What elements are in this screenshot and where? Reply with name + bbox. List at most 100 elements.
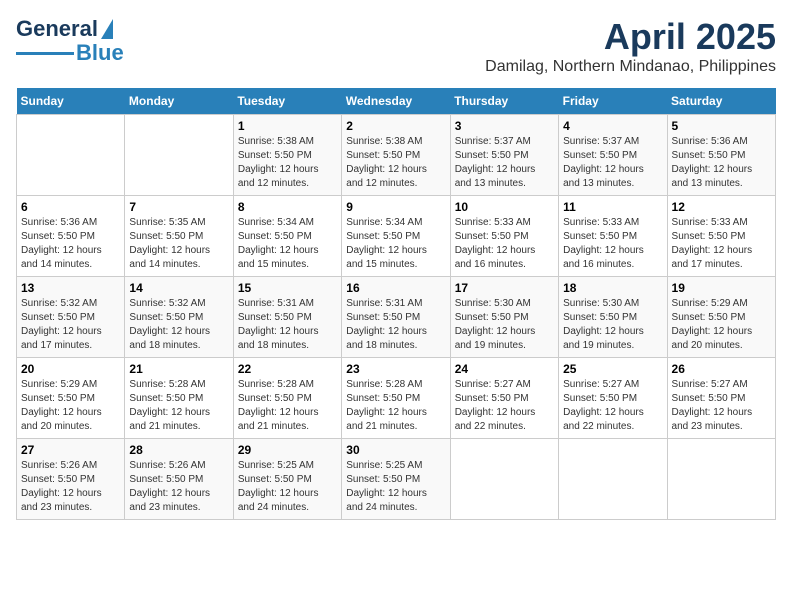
table-row	[559, 439, 667, 520]
table-row: 9 Sunrise: 5:34 AMSunset: 5:50 PMDayligh…	[342, 196, 450, 277]
day-info: Sunrise: 5:37 AMSunset: 5:50 PMDaylight:…	[563, 135, 662, 191]
day-number: 2	[346, 119, 445, 133]
day-info: Sunrise: 5:29 AMSunset: 5:50 PMDaylight:…	[672, 297, 771, 353]
day-number: 8	[238, 200, 337, 214]
col-wednesday: Wednesday	[342, 88, 450, 115]
day-number: 19	[672, 281, 771, 295]
col-friday: Friday	[559, 88, 667, 115]
table-row: 16 Sunrise: 5:31 AMSunset: 5:50 PMDaylig…	[342, 277, 450, 358]
col-saturday: Saturday	[667, 88, 775, 115]
col-tuesday: Tuesday	[233, 88, 341, 115]
day-number: 23	[346, 362, 445, 376]
day-info: Sunrise: 5:28 AMSunset: 5:50 PMDaylight:…	[238, 378, 337, 434]
day-number: 4	[563, 119, 662, 133]
day-number: 25	[563, 362, 662, 376]
location-subtitle: Damilag, Northern Mindanao, Philippines	[485, 58, 776, 76]
day-number: 10	[455, 200, 554, 214]
day-info: Sunrise: 5:26 AMSunset: 5:50 PMDaylight:…	[129, 459, 228, 515]
day-info: Sunrise: 5:27 AMSunset: 5:50 PMDaylight:…	[563, 378, 662, 434]
table-row: 13 Sunrise: 5:32 AMSunset: 5:50 PMDaylig…	[17, 277, 125, 358]
day-number: 7	[129, 200, 228, 214]
table-row: 12 Sunrise: 5:33 AMSunset: 5:50 PMDaylig…	[667, 196, 775, 277]
calendar-header-row: Sunday Monday Tuesday Wednesday Thursday…	[17, 88, 776, 115]
table-row: 8 Sunrise: 5:34 AMSunset: 5:50 PMDayligh…	[233, 196, 341, 277]
day-info: Sunrise: 5:28 AMSunset: 5:50 PMDaylight:…	[346, 378, 445, 434]
day-info: Sunrise: 5:32 AMSunset: 5:50 PMDaylight:…	[129, 297, 228, 353]
day-info: Sunrise: 5:33 AMSunset: 5:50 PMDaylight:…	[563, 216, 662, 272]
table-row: 14 Sunrise: 5:32 AMSunset: 5:50 PMDaylig…	[125, 277, 233, 358]
table-row: 26 Sunrise: 5:27 AMSunset: 5:50 PMDaylig…	[667, 358, 775, 439]
day-number: 28	[129, 443, 228, 457]
table-row: 15 Sunrise: 5:31 AMSunset: 5:50 PMDaylig…	[233, 277, 341, 358]
day-info: Sunrise: 5:34 AMSunset: 5:50 PMDaylight:…	[346, 216, 445, 272]
col-sunday: Sunday	[17, 88, 125, 115]
day-info: Sunrise: 5:25 AMSunset: 5:50 PMDaylight:…	[238, 459, 337, 515]
day-info: Sunrise: 5:32 AMSunset: 5:50 PMDaylight:…	[21, 297, 120, 353]
day-info: Sunrise: 5:31 AMSunset: 5:50 PMDaylight:…	[346, 297, 445, 353]
day-info: Sunrise: 5:35 AMSunset: 5:50 PMDaylight:…	[129, 216, 228, 272]
calendar-table: Sunday Monday Tuesday Wednesday Thursday…	[16, 88, 776, 520]
day-info: Sunrise: 5:38 AMSunset: 5:50 PMDaylight:…	[346, 135, 445, 191]
table-row: 25 Sunrise: 5:27 AMSunset: 5:50 PMDaylig…	[559, 358, 667, 439]
day-number: 30	[346, 443, 445, 457]
day-number: 9	[346, 200, 445, 214]
day-number: 13	[21, 281, 120, 295]
table-row: 28 Sunrise: 5:26 AMSunset: 5:50 PMDaylig…	[125, 439, 233, 520]
day-number: 20	[21, 362, 120, 376]
day-number: 18	[563, 281, 662, 295]
month-year-title: April 2025	[485, 16, 776, 58]
table-row: 27 Sunrise: 5:26 AMSunset: 5:50 PMDaylig…	[17, 439, 125, 520]
page-header: General Blue April 2025 Damilag, Norther…	[16, 16, 776, 76]
day-info: Sunrise: 5:33 AMSunset: 5:50 PMDaylight:…	[455, 216, 554, 272]
day-info: Sunrise: 5:27 AMSunset: 5:50 PMDaylight:…	[455, 378, 554, 434]
col-monday: Monday	[125, 88, 233, 115]
day-number: 22	[238, 362, 337, 376]
table-row	[667, 439, 775, 520]
table-row: 3 Sunrise: 5:37 AMSunset: 5:50 PMDayligh…	[450, 115, 558, 196]
calendar-week-row: 20 Sunrise: 5:29 AMSunset: 5:50 PMDaylig…	[17, 358, 776, 439]
logo-general-text: General	[16, 16, 98, 42]
calendar-week-row: 13 Sunrise: 5:32 AMSunset: 5:50 PMDaylig…	[17, 277, 776, 358]
day-info: Sunrise: 5:36 AMSunset: 5:50 PMDaylight:…	[672, 135, 771, 191]
table-row	[450, 439, 558, 520]
table-row	[17, 115, 125, 196]
day-number: 24	[455, 362, 554, 376]
day-number: 6	[21, 200, 120, 214]
table-row: 10 Sunrise: 5:33 AMSunset: 5:50 PMDaylig…	[450, 196, 558, 277]
table-row: 24 Sunrise: 5:27 AMSunset: 5:50 PMDaylig…	[450, 358, 558, 439]
table-row: 22 Sunrise: 5:28 AMSunset: 5:50 PMDaylig…	[233, 358, 341, 439]
logo-line	[16, 52, 74, 55]
calendar-week-row: 1 Sunrise: 5:38 AMSunset: 5:50 PMDayligh…	[17, 115, 776, 196]
day-info: Sunrise: 5:27 AMSunset: 5:50 PMDaylight:…	[672, 378, 771, 434]
table-row: 2 Sunrise: 5:38 AMSunset: 5:50 PMDayligh…	[342, 115, 450, 196]
table-row: 5 Sunrise: 5:36 AMSunset: 5:50 PMDayligh…	[667, 115, 775, 196]
day-info: Sunrise: 5:38 AMSunset: 5:50 PMDaylight:…	[238, 135, 337, 191]
table-row: 17 Sunrise: 5:30 AMSunset: 5:50 PMDaylig…	[450, 277, 558, 358]
day-number: 5	[672, 119, 771, 133]
day-number: 1	[238, 119, 337, 133]
table-row: 1 Sunrise: 5:38 AMSunset: 5:50 PMDayligh…	[233, 115, 341, 196]
table-row: 19 Sunrise: 5:29 AMSunset: 5:50 PMDaylig…	[667, 277, 775, 358]
table-row: 29 Sunrise: 5:25 AMSunset: 5:50 PMDaylig…	[233, 439, 341, 520]
day-number: 12	[672, 200, 771, 214]
day-info: Sunrise: 5:30 AMSunset: 5:50 PMDaylight:…	[455, 297, 554, 353]
day-number: 26	[672, 362, 771, 376]
day-number: 21	[129, 362, 228, 376]
day-number: 3	[455, 119, 554, 133]
table-row: 18 Sunrise: 5:30 AMSunset: 5:50 PMDaylig…	[559, 277, 667, 358]
day-info: Sunrise: 5:34 AMSunset: 5:50 PMDaylight:…	[238, 216, 337, 272]
day-number: 11	[563, 200, 662, 214]
day-number: 17	[455, 281, 554, 295]
logo-blue-text: Blue	[76, 40, 124, 66]
table-row: 6 Sunrise: 5:36 AMSunset: 5:50 PMDayligh…	[17, 196, 125, 277]
table-row: 23 Sunrise: 5:28 AMSunset: 5:50 PMDaylig…	[342, 358, 450, 439]
title-block: April 2025 Damilag, Northern Mindanao, P…	[485, 16, 776, 76]
day-number: 14	[129, 281, 228, 295]
day-info: Sunrise: 5:26 AMSunset: 5:50 PMDaylight:…	[21, 459, 120, 515]
logo-triangle-icon	[101, 19, 113, 39]
table-row: 11 Sunrise: 5:33 AMSunset: 5:50 PMDaylig…	[559, 196, 667, 277]
day-info: Sunrise: 5:30 AMSunset: 5:50 PMDaylight:…	[563, 297, 662, 353]
day-number: 16	[346, 281, 445, 295]
calendar-week-row: 6 Sunrise: 5:36 AMSunset: 5:50 PMDayligh…	[17, 196, 776, 277]
day-info: Sunrise: 5:28 AMSunset: 5:50 PMDaylight:…	[129, 378, 228, 434]
